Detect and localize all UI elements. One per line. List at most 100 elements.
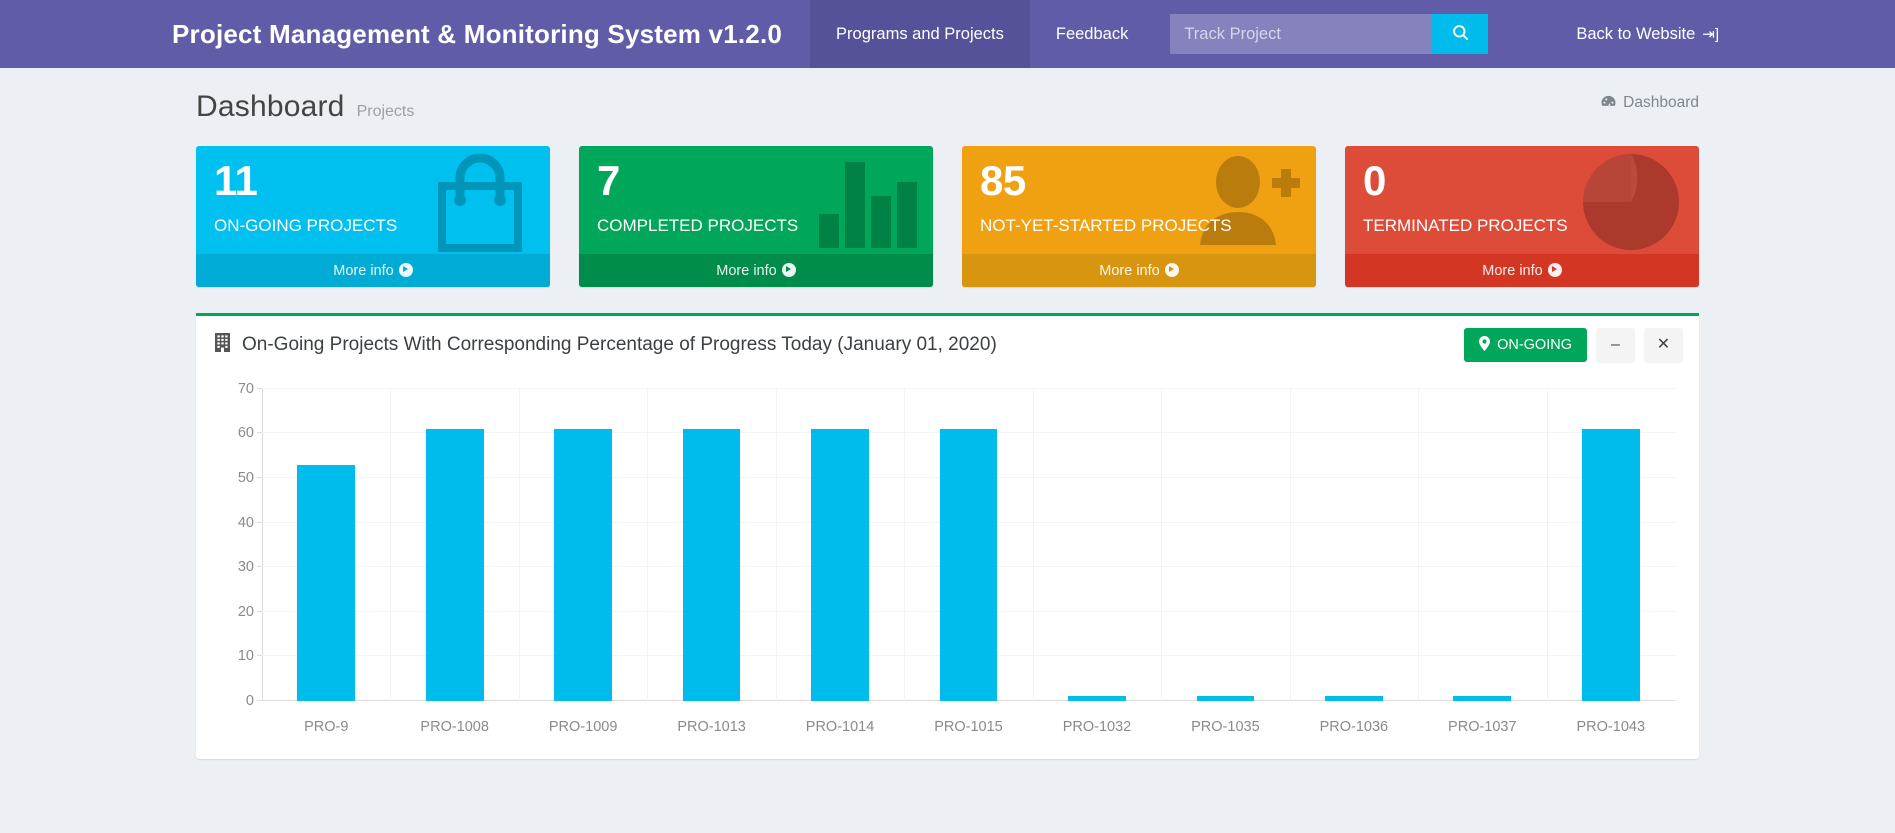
- status-badge-label: ON-GOING: [1497, 337, 1572, 354]
- chart-x-tick-label: PRO-1036: [1319, 718, 1389, 735]
- main-nav-links: Programs and Projects Feedback: [810, 0, 1154, 68]
- arrow-circle-right-icon: [1164, 262, 1179, 277]
- panel-title-text: On-Going Projects With Corresponding Per…: [242, 334, 997, 356]
- breadcrumb-label: Dashboard: [1623, 94, 1699, 111]
- map-marker-icon: [1479, 336, 1491, 354]
- chart-x-tick-label: PRO-1043: [1576, 718, 1646, 735]
- chart-bar[interactable]: [1453, 696, 1512, 701]
- sign-out-icon: ⇥]: [1702, 26, 1719, 43]
- stat-card-value: 0: [1363, 157, 1386, 204]
- arrow-circle-right-icon: [398, 262, 413, 277]
- chart-bar-slot: [1290, 389, 1418, 701]
- panel-header: On-Going Projects With Corresponding Per…: [196, 316, 1699, 375]
- chart-bar[interactable]: [1324, 696, 1383, 701]
- chart-bar[interactable]: [1196, 696, 1255, 701]
- breadcrumb: Dashboard: [1601, 94, 1699, 112]
- track-project-search: [1170, 0, 1489, 68]
- chart-bar-slot: [647, 389, 775, 701]
- chart-bars: [262, 389, 1675, 701]
- chart-bar-slot: [390, 389, 518, 701]
- more-info-label: More info: [1482, 262, 1543, 279]
- stat-card-completed-projects[interactable]: 7 COMPLETED PROJECTS More info: [579, 146, 933, 287]
- chart-bar[interactable]: [1068, 696, 1126, 701]
- chart-y-tick-label: 60: [237, 425, 254, 442]
- chart-y-tick-label: 20: [237, 603, 254, 620]
- stat-card-label: COMPLETED PROJECTS: [597, 215, 799, 235]
- more-info-link-ongoing[interactable]: More info: [196, 253, 550, 287]
- stat-card-terminated-projects[interactable]: 0 TERMINATED PROJECTS More info: [1345, 146, 1699, 287]
- top-navbar: Project Management & Monitoring System v…: [0, 0, 1895, 68]
- chart-bar[interactable]: [939, 428, 998, 701]
- chart-x-tick-label: PRO-9: [304, 718, 349, 735]
- panel-minimize-button[interactable]: –: [1596, 327, 1635, 363]
- panel-close-button[interactable]: ✕: [1644, 327, 1683, 363]
- chart-y-tick-label: 10: [237, 648, 254, 665]
- stat-cards-row: 11 ON-GOING PROJECTS More info 7 COMPLET…: [196, 146, 1699, 287]
- chart-x-tick-label: PRO-1015: [934, 718, 1003, 735]
- chart-bar-slot: [262, 389, 390, 701]
- chart-x-tick-label: PRO-1032: [1062, 718, 1132, 735]
- stat-card-value: 7: [597, 157, 620, 204]
- page-title: Dashboard: [196, 90, 345, 123]
- chart-bar[interactable]: [1581, 428, 1640, 701]
- panel-title: On-Going Projects With Corresponding Per…: [214, 332, 997, 359]
- chart-bar[interactable]: [811, 428, 869, 701]
- stat-card-label: NOT-YET-STARTED PROJECTS: [980, 215, 1232, 235]
- more-info-label: More info: [716, 262, 777, 279]
- progress-bar-chart: 0 10 20 30 40 50 60 70 PRO-9 PRO-1008 PRO-1009 PRO…: [210, 381, 1685, 741]
- stat-card-ongoing-projects[interactable]: 11 ON-GOING PROJECTS More info: [196, 146, 550, 287]
- ongoing-projects-chart-panel: On-Going Projects With Corresponding Per…: [196, 312, 1699, 759]
- arrow-circle-right-icon: [781, 262, 796, 277]
- chart-y-tick-label: 30: [237, 559, 254, 576]
- more-info-label: More info: [1099, 262, 1160, 279]
- search-input[interactable]: [1170, 14, 1433, 54]
- chart-bar-slot: [1418, 389, 1546, 701]
- panel-tools: ON-GOING – ✕: [1464, 327, 1683, 363]
- chart-y-tick-label: 40: [237, 514, 254, 531]
- more-info-link-terminated[interactable]: More info: [1345, 253, 1699, 287]
- app-brand-title: Project Management & Monitoring System v…: [172, 18, 783, 49]
- status-badge-ongoing[interactable]: ON-GOING: [1464, 328, 1587, 363]
- chart-x-tick-label: PRO-1013: [677, 718, 746, 735]
- nav-link-programs-and-projects[interactable]: Programs and Projects: [810, 0, 1030, 68]
- chart-plot-area: [257, 387, 1675, 701]
- back-to-website-link[interactable]: Back to Website ⇥]: [1576, 25, 1719, 44]
- chart-bar[interactable]: [554, 428, 613, 701]
- chart-y-tick-label: 70: [237, 380, 254, 397]
- chart-y-tick-label: 50: [237, 469, 254, 486]
- chart-x-axis-labels: PRO-9 PRO-1008 PRO-1009 PRO-1013 PRO-1014 PRO…: [262, 719, 1675, 735]
- chart-bar[interactable]: [297, 464, 356, 701]
- more-info-link-not-yet-started[interactable]: More info: [962, 253, 1316, 287]
- navbar-right-area: Back to Website ⇥]: [1576, 0, 1895, 68]
- nav-link-feedback[interactable]: Feedback: [1030, 0, 1154, 68]
- stat-card-label: ON-GOING PROJECTS: [214, 215, 398, 235]
- chart-y-axis-labels: 0 10 20 30 40 50 60 70: [210, 381, 254, 709]
- arrow-circle-right-icon: [1547, 262, 1562, 277]
- chart-bar-slot: [1547, 389, 1675, 701]
- stat-card-not-yet-started-projects[interactable]: 85 NOT-YET-STARTED PROJECTS More info: [962, 146, 1316, 287]
- page-content: Dashboard Projects Dashboard 11 ON-GOING…: [0, 68, 1895, 759]
- chart-bar-slot: [776, 389, 904, 701]
- chart-x-tick-label: PRO-1008: [420, 718, 489, 735]
- search-icon: [1451, 23, 1470, 45]
- chart-bar-slot: [904, 389, 1032, 701]
- chart-x-tick-label: PRO-1037: [1448, 718, 1517, 735]
- chart-bar-slot: [1033, 389, 1161, 701]
- stat-card-value: 85: [980, 157, 1026, 204]
- chart-bar-slot: [519, 389, 647, 701]
- dashboard-icon: [1601, 95, 1616, 111]
- chart-bar-slot: [1161, 389, 1289, 701]
- chart-x-tick-label: PRO-1009: [548, 718, 618, 735]
- search-button[interactable]: [1432, 14, 1489, 54]
- panel-body: 0 10 20 30 40 50 60 70 PRO-9 PRO-1008 PRO-1009 PRO…: [196, 375, 1699, 759]
- page-subtitle: Projects: [356, 103, 415, 120]
- page-header: Dashboard Projects Dashboard: [196, 68, 1699, 124]
- chart-x-tick-label: PRO-1035: [1191, 718, 1260, 735]
- chart-bar[interactable]: [425, 428, 484, 701]
- more-info-link-completed[interactable]: More info: [579, 253, 933, 287]
- chart-x-tick-label: PRO-1014: [805, 718, 875, 735]
- back-to-website-label: Back to Website: [1576, 24, 1696, 43]
- more-info-label: More info: [333, 262, 394, 279]
- chart-bar[interactable]: [682, 428, 741, 701]
- building-icon: [214, 332, 231, 359]
